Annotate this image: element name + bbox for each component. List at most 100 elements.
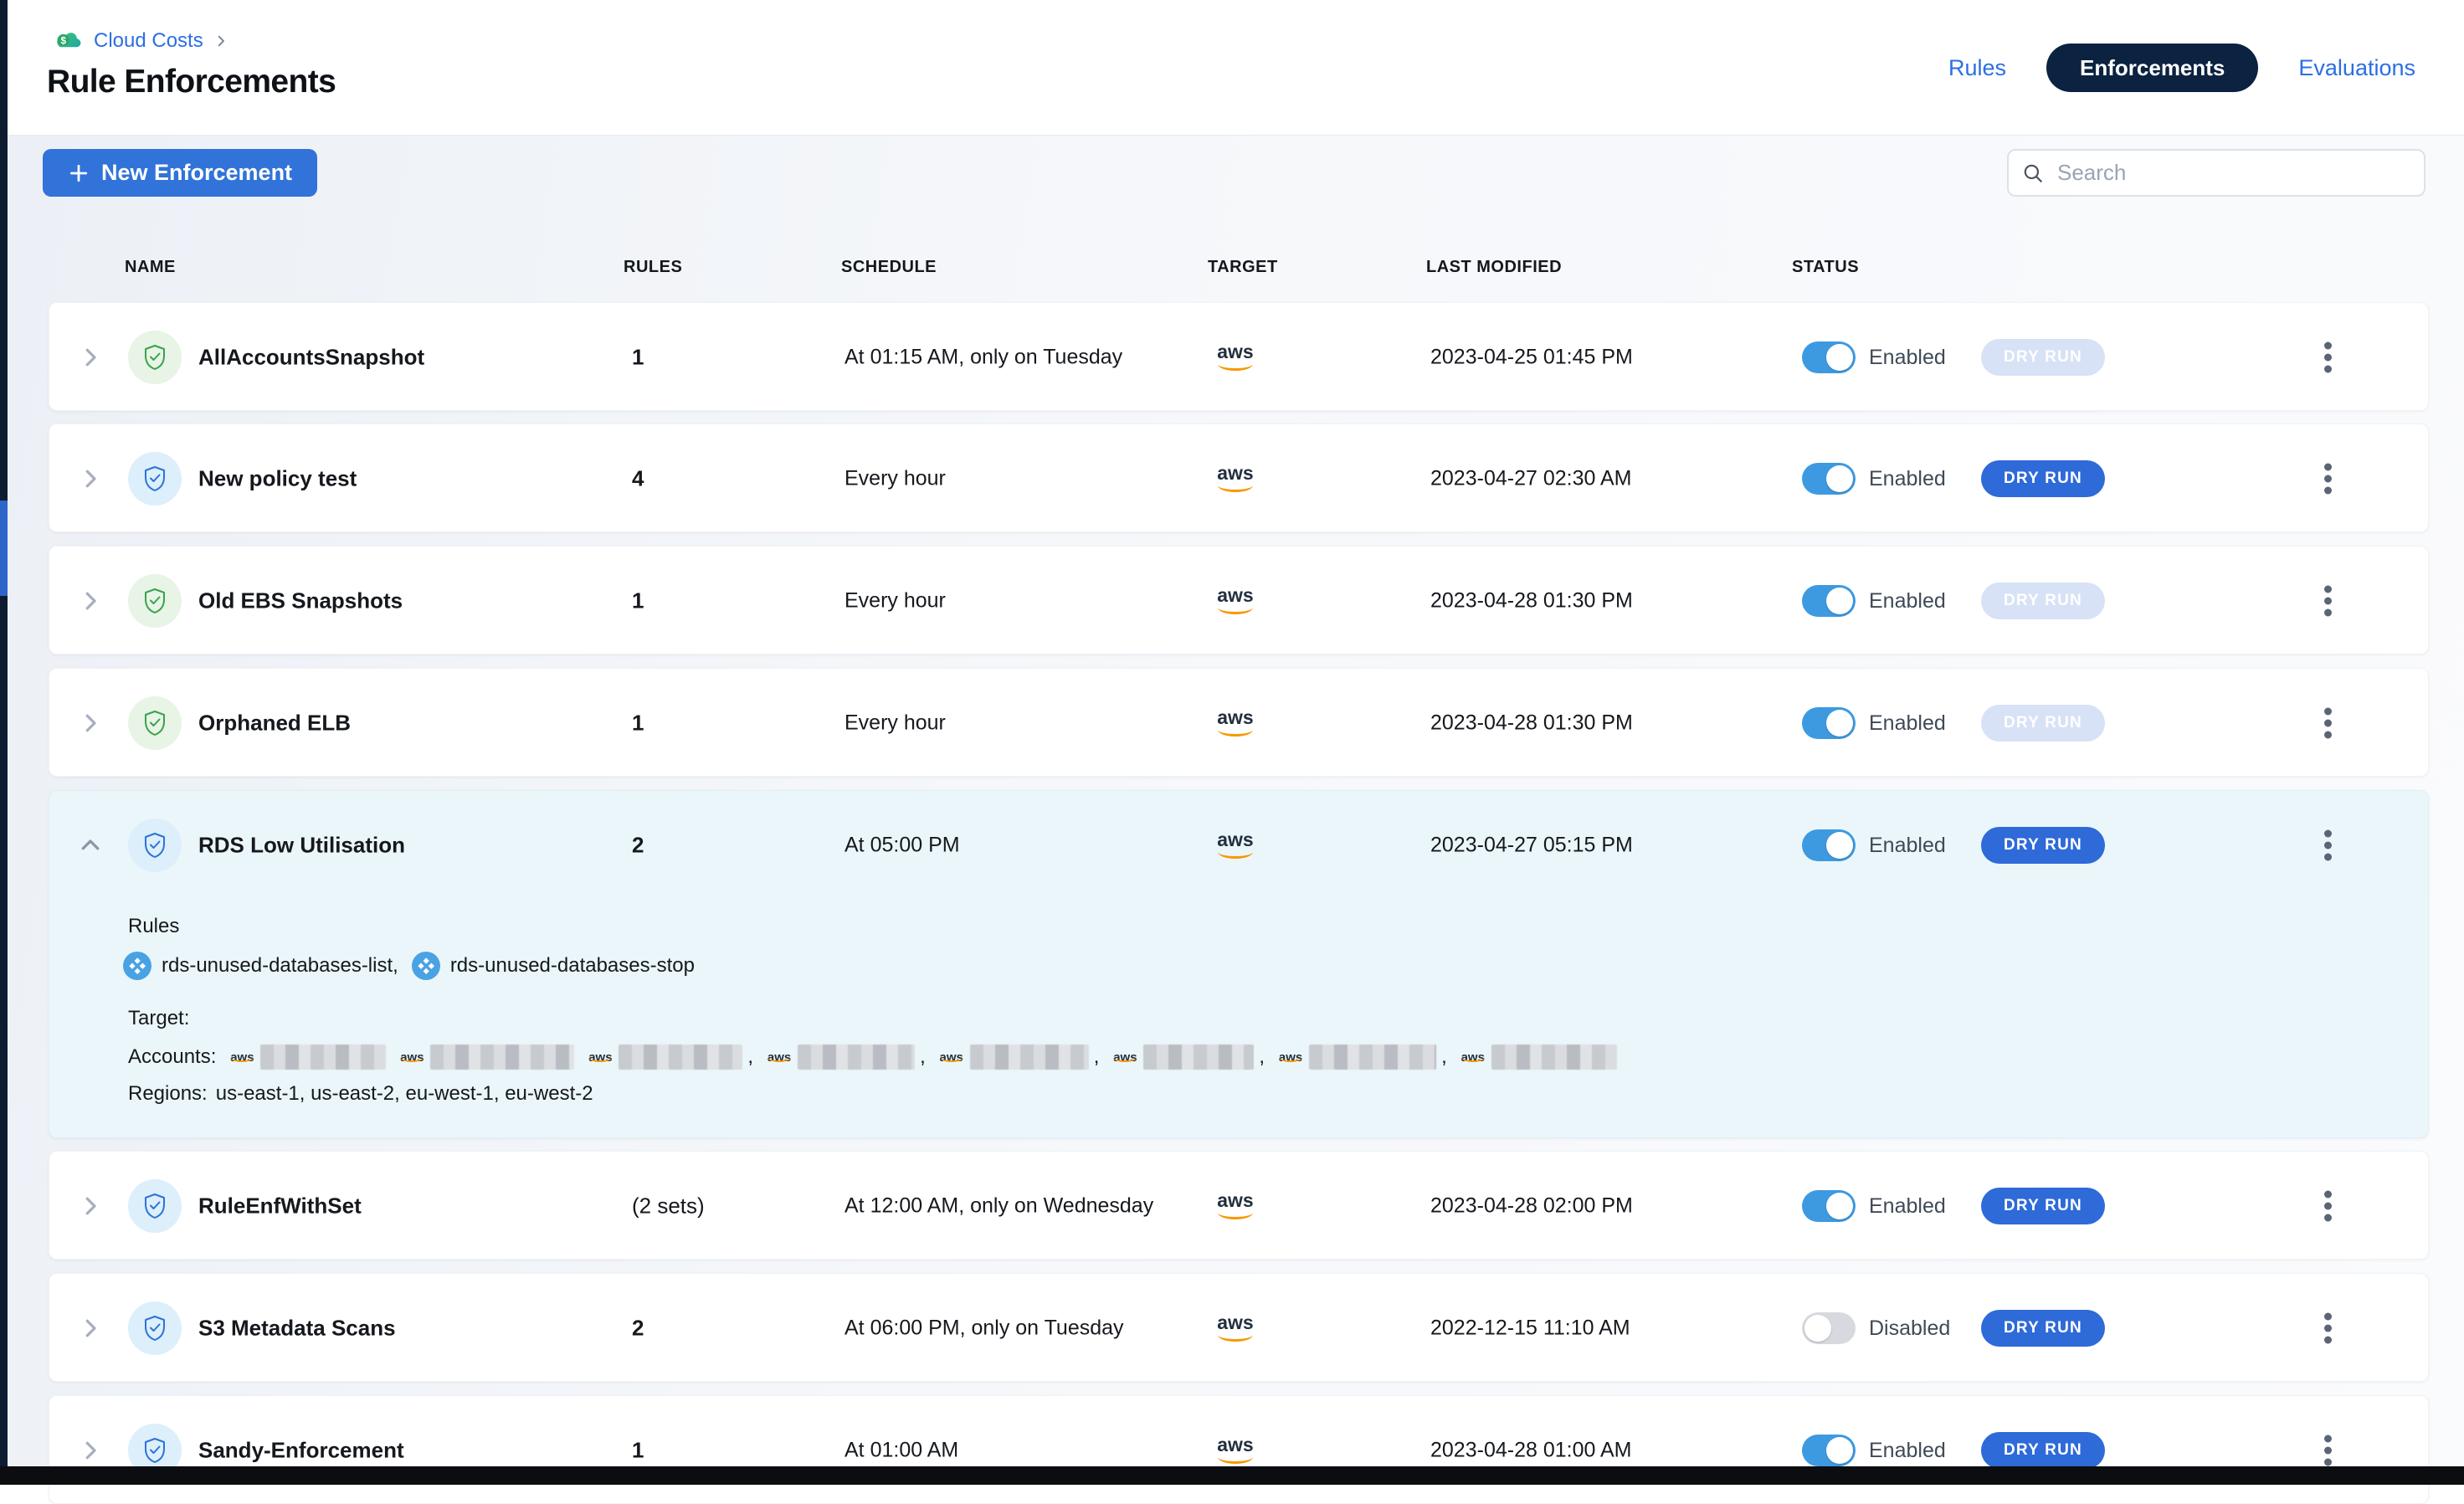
shield-icon [128, 1301, 182, 1355]
expand-chevron-icon[interactable] [78, 1316, 103, 1341]
column-header-target: TARGET [1208, 258, 1278, 277]
bottom-window-edge [0, 1466, 2464, 1485]
aws-logo-icon: aws [1214, 830, 1256, 860]
dry-run-badge: DRY RUN [1981, 583, 2105, 619]
row-menu-button[interactable] [2316, 456, 2339, 502]
schedule-text: At 01:00 AM [844, 1439, 958, 1463]
status-cell: Enabled DRY RUN [1802, 1432, 2105, 1469]
expand-chevron-icon[interactable] [78, 588, 103, 613]
status-label: Enabled [1869, 834, 1968, 858]
shield-icon [128, 696, 182, 750]
collapsed-sidebar[interactable] [0, 0, 8, 1485]
row-menu-button[interactable] [2316, 701, 2339, 747]
search-input[interactable] [2056, 159, 2410, 187]
aws-text: aws [1217, 1189, 1253, 1211]
svg-text:$: $ [60, 36, 66, 47]
new-enforcement-label: New Enforcement [101, 160, 292, 186]
separator: , [920, 1045, 926, 1069]
enforcement-name[interactable]: Orphaned ELB [198, 711, 351, 737]
details-target-label: Target: [128, 1007, 189, 1030]
enforcement-name[interactable]: RDS Low Utilisation [198, 833, 405, 859]
aws-logo-icon: aws [1214, 1191, 1256, 1221]
rule-icon [412, 952, 440, 980]
enforcement-name[interactable]: AllAccountsSnapshot [198, 345, 424, 371]
rule-chip[interactable]: rds-unused-databases-stop [412, 952, 695, 980]
enabled-toggle[interactable] [1802, 1435, 1856, 1466]
enabled-toggle[interactable] [1802, 1190, 1856, 1222]
enforcement-name[interactable]: S3 Metadata Scans [198, 1316, 396, 1342]
accounts-label: Accounts: [128, 1045, 216, 1069]
toggle-knob [1826, 344, 1853, 371]
redacted-account: aws [1111, 1044, 1254, 1070]
regions-label: Regions: [128, 1082, 208, 1105]
aws-logo-icon: aws [1214, 586, 1256, 616]
table-row-expanded: RDS Low Utilisation 2 At 05:00 PM aws 20… [49, 790, 2429, 1138]
dry-run-badge: DRY RUN [1981, 460, 2105, 497]
enforcement-name[interactable]: RuleEnfWithSet [198, 1193, 362, 1219]
page-title: Rule Enforcements [47, 64, 336, 100]
aws-logo-icon: aws [1214, 464, 1256, 494]
rule-chip[interactable]: rds-unused-databases-list, [123, 952, 398, 980]
dry-run-badge: DRY RUN [1981, 1310, 2105, 1347]
expand-chevron-icon[interactable] [78, 711, 103, 736]
column-header-name: NAME [125, 258, 176, 277]
expand-chevron-icon[interactable] [78, 1438, 103, 1463]
enforcement-name[interactable]: Sandy-Enforcement [198, 1438, 404, 1464]
status-cell: Enabled DRY RUN [1802, 827, 2105, 864]
toggle-knob [1826, 1437, 1853, 1464]
aws-logo-icon: aws [1111, 1044, 1139, 1065]
sidebar-active-indicator [0, 500, 8, 596]
tab-rules[interactable]: Rules [1948, 55, 2006, 81]
dry-run-badge: DRY RUN [1981, 827, 2105, 864]
enabled-toggle[interactable] [1802, 829, 1856, 861]
status-label: Enabled [1869, 1439, 1968, 1463]
column-header-rules: RULES [624, 258, 682, 277]
details-rules-label: Rules [128, 915, 179, 938]
row-menu-button[interactable] [2316, 1183, 2339, 1229]
shield-icon [128, 331, 182, 384]
expand-chevron-icon[interactable] [78, 345, 103, 370]
redacted-account: aws [586, 1044, 742, 1070]
enabled-toggle[interactable] [1802, 585, 1856, 617]
enforcement-name[interactable]: Old EBS Snapshots [198, 588, 403, 614]
tab-enforcements[interactable]: Enforcements [2046, 44, 2258, 92]
dry-run-badge: DRY RUN [1981, 705, 2105, 742]
aws-text: aws [1217, 829, 1253, 850]
search-icon [2022, 162, 2044, 184]
status-label: Disabled [1869, 1317, 1968, 1341]
collapse-chevron-icon[interactable] [78, 833, 103, 858]
enabled-toggle[interactable] [1802, 341, 1856, 373]
aws-logo-icon: aws [1459, 1044, 1487, 1065]
shield-icon [128, 819, 182, 872]
search-box [2007, 149, 2426, 197]
enabled-toggle[interactable] [1802, 1312, 1856, 1344]
row-menu-button[interactable] [2316, 578, 2339, 624]
separator: , [1259, 1045, 1265, 1069]
breadcrumb-link-cloud-costs[interactable]: Cloud Costs [94, 29, 203, 53]
row-menu-button[interactable] [2316, 823, 2339, 869]
status-label: Enabled [1869, 346, 1968, 370]
enabled-toggle[interactable] [1802, 463, 1856, 495]
table-row: S3 Metadata Scans 2 At 06:00 PM, only on… [49, 1273, 2429, 1382]
enabled-toggle[interactable] [1802, 707, 1856, 739]
row-menu-button[interactable] [2316, 1306, 2339, 1352]
schedule-text: Every hour [844, 711, 946, 736]
status-cell: Disabled DRY RUN [1802, 1310, 2105, 1347]
tab-evaluations[interactable]: Evaluations [2298, 55, 2415, 81]
new-enforcement-button[interactable]: New Enforcement [43, 149, 317, 197]
toggle-knob [1826, 832, 1853, 859]
table-row: Sandy-Enforcement 1 At 01:00 AM aws 2023… [49, 1395, 2429, 1504]
expand-chevron-icon[interactable] [78, 466, 103, 491]
status-cell: Enabled DRY RUN [1802, 583, 2105, 619]
enforcement-name[interactable]: New policy test [198, 466, 357, 492]
expand-chevron-icon[interactable] [78, 1193, 103, 1219]
aws-text: aws [1217, 1434, 1253, 1455]
aws-logo-icon: aws [1214, 1435, 1256, 1466]
cloud-costs-icon: $ [54, 28, 84, 54]
status-cell: Enabled DRY RUN [1802, 705, 2105, 742]
row-menu-button[interactable] [2316, 335, 2339, 381]
aws-logo-icon: aws [1214, 708, 1256, 738]
target-cell: aws [1214, 708, 1256, 738]
table-row: Old EBS Snapshots 1 Every hour aws 2023-… [49, 546, 2429, 654]
status-label: Enabled [1869, 589, 1968, 613]
